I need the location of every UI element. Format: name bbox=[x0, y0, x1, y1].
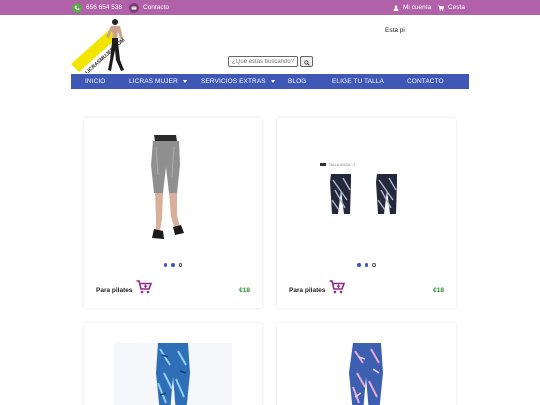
site-logo[interactable]: LICRASMUJER.COM bbox=[71, 16, 131, 76]
nav-label: SERVICIOS EXTRAS bbox=[201, 78, 266, 85]
mail-icon bbox=[129, 2, 139, 13]
carousel-dot[interactable] bbox=[178, 263, 183, 267]
product-image[interactable]: TALLA UNICA · 2 bbox=[317, 160, 417, 225]
product-card[interactable]: TALLA UNICA · 2 Para pilates €18 bbox=[277, 118, 456, 308]
nav-label: BLOG bbox=[288, 78, 307, 85]
product-price: €18 bbox=[433, 287, 444, 294]
cart-label: Cesta bbox=[448, 4, 465, 11]
search-bar bbox=[228, 56, 313, 67]
caret-down-icon bbox=[270, 80, 275, 83]
nav-label: LICRAS MUJER bbox=[129, 78, 178, 85]
cart-link[interactable]: Cesta bbox=[438, 0, 465, 15]
carousel-dot[interactable] bbox=[357, 263, 361, 267]
phone-icon bbox=[72, 2, 82, 13]
nav-label: CONTACTO bbox=[407, 78, 444, 85]
search-icon bbox=[303, 54, 310, 69]
product-image[interactable] bbox=[146, 135, 186, 245]
search-button[interactable] bbox=[300, 56, 313, 67]
image-caption: TALLA UNICA · 2 bbox=[329, 163, 355, 167]
main-nav: INICIO LICRAS MUJER SERVICIOS EXTRAS BLO… bbox=[71, 74, 469, 89]
carousel-dots bbox=[84, 263, 262, 267]
product-card[interactable] bbox=[277, 323, 456, 405]
carousel-dot[interactable] bbox=[163, 263, 168, 267]
add-to-cart-icon[interactable] bbox=[136, 280, 152, 294]
nav-item-contacto[interactable]: CONTACTO bbox=[407, 74, 444, 89]
product-image[interactable] bbox=[307, 343, 425, 405]
nav-item-elige-tu-talla[interactable]: ELIGE TU TALLA bbox=[332, 74, 384, 89]
carousel-dot[interactable] bbox=[364, 263, 369, 267]
nav-item-inicio[interactable]: INICIO bbox=[85, 74, 105, 89]
phone-link[interactable]: 656 654 538 bbox=[72, 0, 122, 15]
phone-number: 656 654 538 bbox=[86, 4, 123, 11]
product-title[interactable]: Para pilates bbox=[96, 287, 133, 294]
account-link[interactable]: Mi cuenta bbox=[393, 0, 431, 15]
nav-label: ELIGE TU TALLA bbox=[332, 78, 384, 85]
product-card[interactable]: Para pilates €18 bbox=[84, 118, 262, 308]
top-bar: 656 654 538 Contacto Mi cuenta Cesta bbox=[0, 0, 540, 15]
caret-down-icon bbox=[182, 80, 187, 83]
product-image[interactable] bbox=[114, 343, 232, 405]
language-selector[interactable]: Esta pi bbox=[385, 27, 405, 34]
product-price: €18 bbox=[239, 287, 250, 294]
contact-label: Contacto bbox=[143, 4, 170, 11]
carousel-dots bbox=[277, 263, 456, 267]
carousel-dot[interactable] bbox=[171, 263, 175, 267]
nav-item-licras-mujer[interactable]: LICRAS MUJER bbox=[129, 74, 187, 89]
search-input[interactable] bbox=[228, 56, 298, 67]
carousel-dot[interactable] bbox=[372, 263, 376, 267]
nav-item-blog[interactable]: BLOG bbox=[288, 74, 306, 89]
product-card[interactable] bbox=[84, 323, 262, 405]
nav-item-servicios-extras[interactable]: SERVICIOS EXTRAS bbox=[201, 74, 275, 89]
contact-link[interactable]: Contacto bbox=[129, 0, 169, 15]
user-icon bbox=[393, 4, 399, 11]
cart-icon bbox=[438, 4, 444, 11]
nav-label: INICIO bbox=[85, 78, 106, 85]
add-to-cart-icon[interactable] bbox=[329, 280, 345, 294]
account-label: Mi cuenta bbox=[403, 4, 432, 11]
product-title[interactable]: Para pilates bbox=[289, 287, 326, 294]
